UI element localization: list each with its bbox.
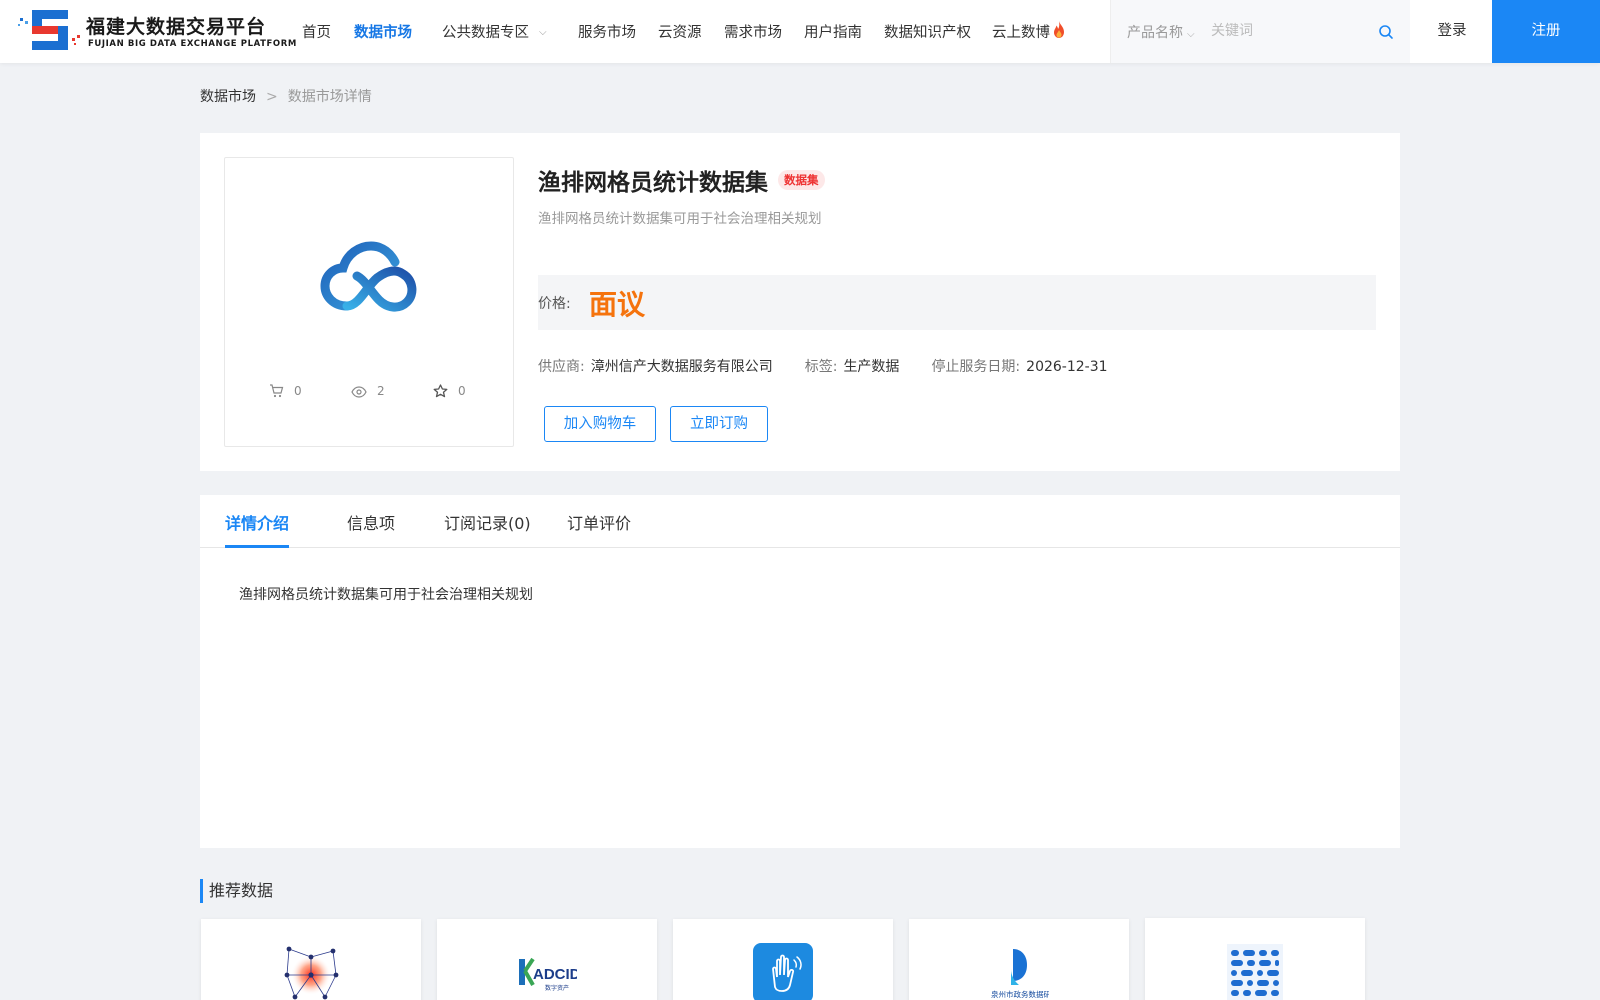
breadcrumb-current: 数据市场详情 [287, 89, 372, 105]
product-type-badge: 数据集 [778, 170, 825, 190]
nav-item-cloud-expo[interactable]: 云上数博 [992, 21, 1066, 42]
product-meta: 供应商: 漳州信产大数据服务有限公司 标签: 生产数据 停止服务日期: 2026-12-3… [538, 356, 1140, 376]
search-category-label: 产品名称 [1127, 25, 1183, 41]
adcid-logo-icon: ADCID 数字资产 [519, 957, 577, 992]
nav-item-home[interactable]: 首页 [302, 21, 331, 42]
shopping-cart-icon [270, 384, 284, 398]
tab-subscription-records[interactable]: 订阅记录(0) [444, 510, 531, 534]
cart-count: 0 [294, 384, 302, 398]
view-count-stat: 2 [351, 384, 385, 398]
price-box: 价格: 面议 [538, 275, 1376, 330]
detail-card: 详情介绍 信息项 订阅记录(0) 订单评价 渔排网格员统计数据集可用于社会治理相… [200, 495, 1400, 848]
search-bar: 产品名称 ⌵ [1110, 0, 1410, 63]
breadcrumb-parent-link[interactable]: 数据市场 [200, 89, 256, 105]
product-title: 渔排网格员统计数据集 [538, 170, 768, 196]
end-date-label: 停止服务日期: [931, 359, 1021, 375]
detail-description: 渔排网格员统计数据集可用于社会治理相关规划 [239, 587, 533, 603]
network-graph-icon [284, 946, 339, 1000]
star-icon [433, 384, 448, 398]
search-icon[interactable] [1378, 24, 1394, 40]
dot-grid-icon [1227, 944, 1283, 1000]
nav-item-label: 云上数博 [992, 25, 1050, 41]
svg-text:数字资产: 数字资产 [545, 984, 569, 992]
d-logo-icon: 泉州市政务数据研发 [991, 949, 1049, 999]
product-thumbnail: 0 2 0 [224, 157, 514, 447]
price-label: 价格: [538, 296, 571, 312]
nav-item-service-market[interactable]: 服务市场 [578, 21, 636, 42]
recommended-card[interactable] [201, 919, 421, 1000]
breadcrumb-separator: > [266, 89, 278, 105]
fire-icon [1054, 21, 1064, 38]
eye-icon [351, 386, 367, 398]
site-logo[interactable]: 福建大数据交易平台 FUJIAN BIG DATA EXCHANGE PLATF… [16, 8, 296, 56]
product-title-row: 渔排网格员统计数据集 数据集 [538, 163, 825, 197]
logo-mark-icon [18, 10, 80, 50]
detail-tabs: 详情介绍 信息项 订阅记录(0) 订单评价 [200, 495, 1400, 548]
favorite-count: 0 [458, 384, 466, 398]
nav-item-demand-market[interactable]: 需求市场 [724, 21, 782, 42]
chevron-down-icon: ⌵ [539, 27, 547, 38]
nav-item-label: 公共数据专区 [442, 25, 529, 41]
supplier-label: 供应商: [538, 359, 585, 375]
favorite-count-stat[interactable]: 0 [433, 384, 466, 398]
tab-info-items[interactable]: 信息项 [347, 510, 395, 534]
end-date-value: 2026-12-31 [1026, 359, 1108, 375]
search-category-select[interactable]: 产品名称 ⌵ [1127, 22, 1195, 42]
tab-order-reviews[interactable]: 订单评价 [567, 510, 631, 534]
svg-text:泉州市政务数据研发: 泉州市政务数据研发 [991, 989, 1049, 999]
product-subtitle: 渔排网格员统计数据集可用于社会治理相关规划 [538, 211, 822, 227]
nav-item-user-guide[interactable]: 用户指南 [804, 21, 862, 42]
login-button[interactable]: 登录 [1412, 0, 1492, 63]
svg-text:ADCID: ADCID [533, 966, 577, 983]
subscribe-now-button[interactable]: 立即订购 [670, 406, 768, 442]
product-card: 0 2 0 渔排网格员统计数据集 数据集 渔排网格员统计数据集可用于社会治理相关规… [200, 133, 1400, 471]
recommended-title: 推荐数据 [200, 879, 273, 903]
search-input[interactable] [1211, 14, 1391, 48]
nav-item-data-ip[interactable]: 数据知识产权 [884, 21, 971, 42]
recommended-card[interactable]: 泉州市政务数据研发 [909, 919, 1129, 1000]
view-count: 2 [377, 384, 385, 398]
logo-title-cn: 福建大数据交易平台 [86, 16, 267, 38]
cloud-infinity-logo-icon [320, 241, 417, 312]
nav-item-public-data[interactable]: 公共数据专区 ⌵ [442, 21, 547, 42]
breadcrumb: 数据市场 > 数据市场详情 [200, 86, 372, 106]
recommended-card[interactable] [1145, 918, 1365, 1000]
tag-value: 生产数据 [843, 359, 900, 375]
add-to-cart-button[interactable]: 加入购物车 [544, 406, 656, 442]
price-value: 面议 [589, 288, 646, 321]
tag-label: 标签: [804, 359, 838, 375]
nav-item-cloud-resources[interactable]: 云资源 [658, 21, 702, 42]
tab-details[interactable]: 详情介绍 [225, 510, 289, 534]
hand-app-icon [753, 943, 813, 1000]
top-header: 福建大数据交易平台 FUJIAN BIG DATA EXCHANGE PLATF… [0, 0, 1600, 63]
recommended-card[interactable]: ADCID 数字资产 [437, 919, 657, 1000]
register-button[interactable]: 注册 [1492, 0, 1600, 63]
supplier-name: 漳州信产大数据服务有限公司 [590, 359, 773, 375]
active-tab-indicator [225, 545, 289, 548]
logo-title-en: FUJIAN BIG DATA EXCHANGE PLATFORM [88, 39, 297, 49]
cart-count-stat: 0 [269, 384, 302, 398]
recommended-card[interactable] [673, 919, 893, 1000]
nav-item-data-market[interactable]: 数据市场 [354, 21, 412, 42]
chevron-down-icon: ⌵ [1187, 29, 1195, 40]
